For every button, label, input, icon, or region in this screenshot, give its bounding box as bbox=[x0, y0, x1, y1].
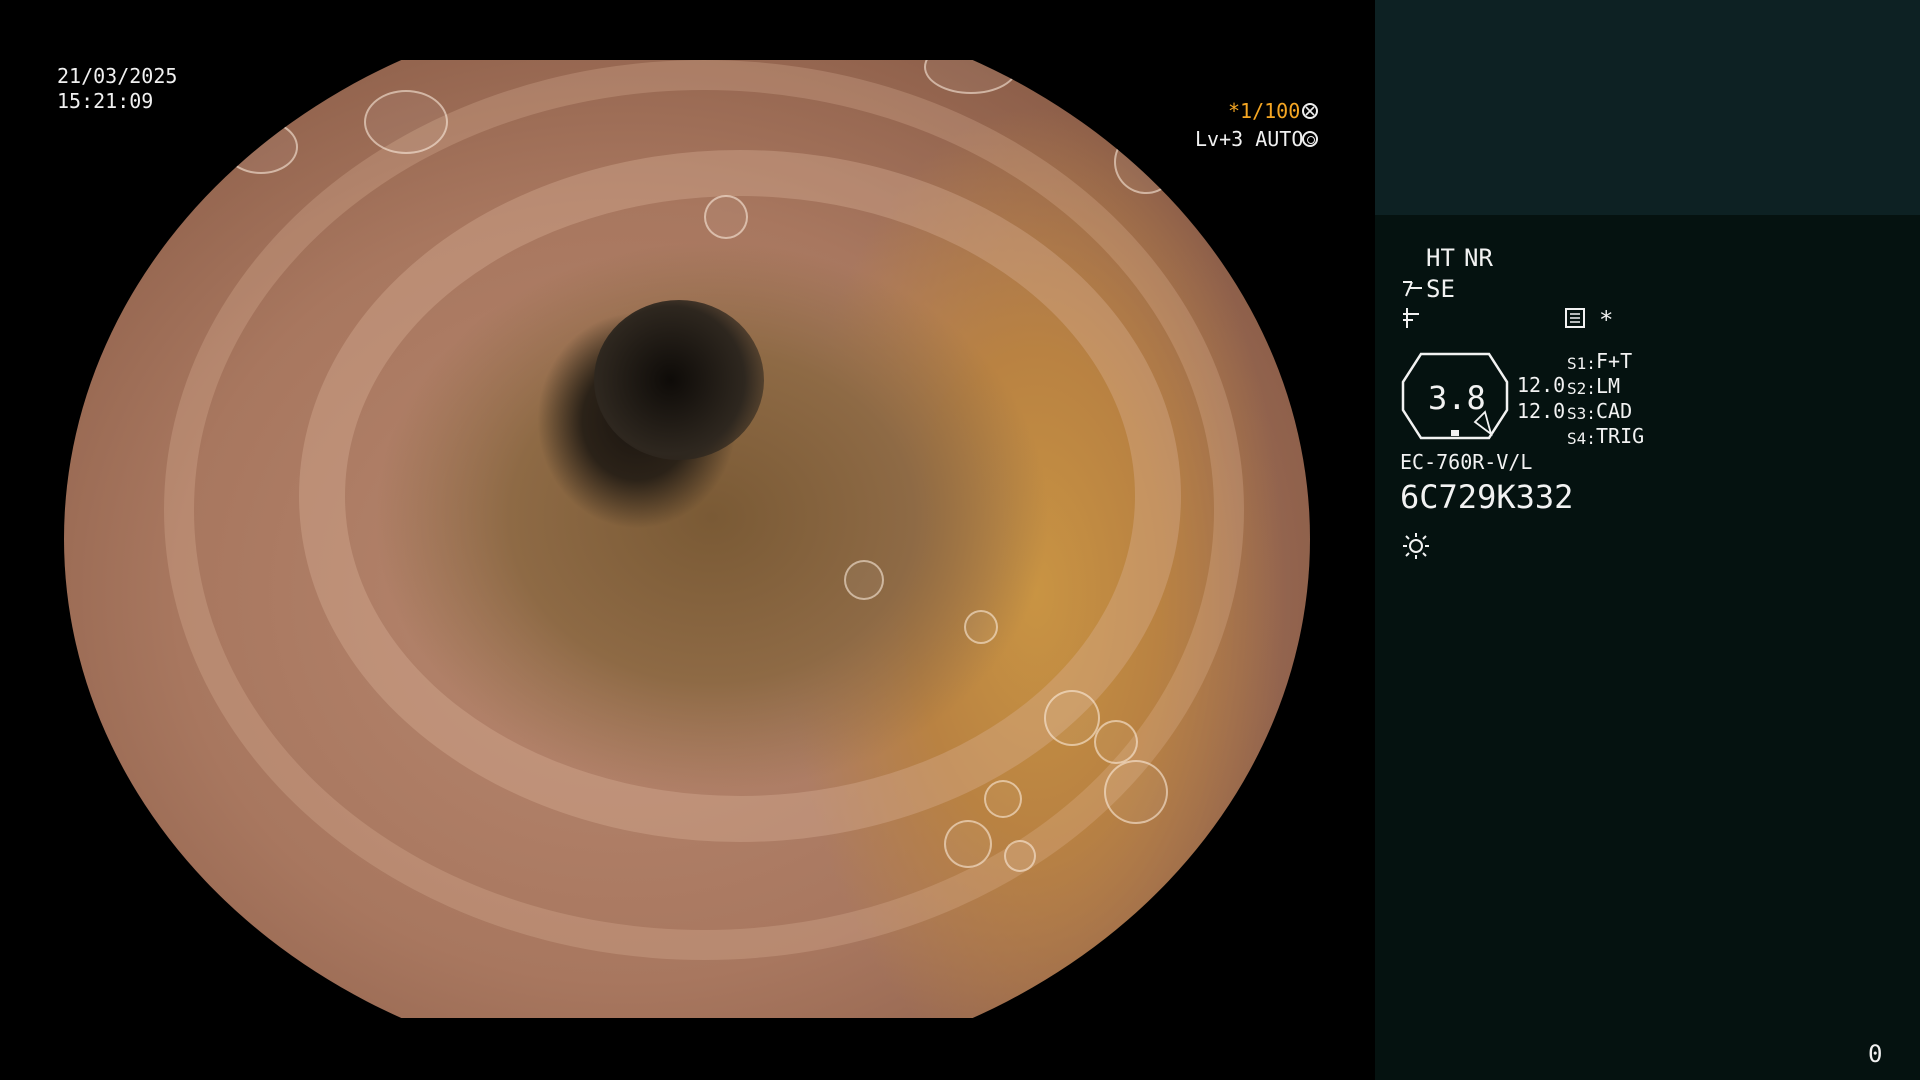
switch-key: S4: bbox=[1567, 429, 1596, 448]
date-text: 21/03/2025 bbox=[57, 64, 178, 88]
iris-icon bbox=[1302, 131, 1318, 147]
mucosal-fold bbox=[164, 60, 1244, 960]
bubble bbox=[224, 120, 298, 174]
endoscope-video-area: 21/03/2025 15:21:09 *1/100 Lv+3 AUTO bbox=[0, 0, 1375, 1080]
endoscope-view-clip bbox=[0, 60, 1375, 1018]
aperture-icon bbox=[1302, 103, 1318, 119]
bubble bbox=[984, 780, 1022, 818]
bubble bbox=[924, 60, 1018, 94]
scope-serial: 6C729K332 bbox=[1400, 478, 1574, 516]
frame-counter: 0 bbox=[1868, 1040, 1883, 1068]
star-label: * bbox=[1599, 306, 1614, 334]
light-icon bbox=[1401, 531, 1431, 565]
switch-value: LM bbox=[1596, 374, 1621, 398]
settings-panel-icon bbox=[1565, 308, 1585, 328]
switch-key: S1: bbox=[1567, 354, 1596, 373]
freeze-icon bbox=[1401, 306, 1421, 334]
se-label: SE bbox=[1426, 275, 1455, 303]
lumen bbox=[594, 300, 764, 460]
value-top: 12.0 bbox=[1517, 373, 1566, 397]
time-text: 15:21:09 bbox=[57, 89, 154, 113]
bubble bbox=[364, 90, 448, 154]
status-side-panel: HT NR SE * 3.8 12.0 12.0 S1: F+T S2: LM … bbox=[1375, 0, 1920, 1080]
bubble bbox=[1094, 720, 1138, 764]
bubble bbox=[1004, 840, 1036, 872]
switch-value: TRIG bbox=[1596, 424, 1645, 448]
panel-top-region bbox=[1375, 0, 1920, 215]
scope-value: 3.8 bbox=[1428, 379, 1486, 417]
switch-key: S3: bbox=[1567, 404, 1596, 423]
shutter-text: *1/100 bbox=[1228, 99, 1301, 123]
switch-key: S2: bbox=[1567, 379, 1596, 398]
bubble bbox=[704, 195, 748, 239]
bubble bbox=[944, 820, 992, 868]
level-text: Lv+3 AUTO bbox=[1195, 127, 1304, 151]
scope-model: EC-760R-V/L bbox=[1400, 450, 1533, 474]
bubble bbox=[964, 610, 998, 644]
ht-mode-icon bbox=[1400, 278, 1424, 304]
bubble bbox=[1044, 690, 1100, 746]
nr-label: NR bbox=[1464, 244, 1493, 272]
ht-label: HT bbox=[1426, 244, 1455, 272]
bubble bbox=[844, 560, 884, 600]
bubble bbox=[1114, 130, 1178, 194]
switch-value: CAD bbox=[1596, 399, 1633, 423]
endoscope-image bbox=[64, 60, 1310, 1018]
value-bottom: 12.0 bbox=[1517, 399, 1566, 423]
switch-value: F+T bbox=[1596, 349, 1633, 373]
bubble bbox=[1104, 760, 1168, 824]
